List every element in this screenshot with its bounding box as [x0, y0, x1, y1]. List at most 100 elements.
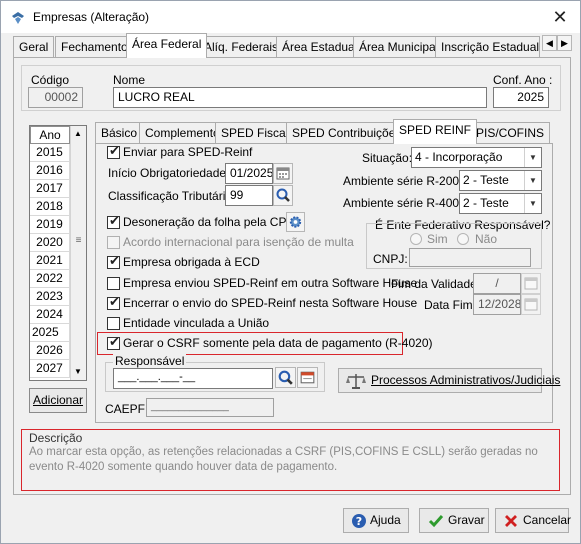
amb-r4000-value: 2 - Teste	[463, 196, 509, 210]
sim-label: Sim	[427, 232, 448, 246]
help-icon: ?	[352, 514, 366, 528]
gerar-csrf-label: Gerar o CSRF somente pela data de pagame…	[123, 336, 433, 350]
list-item[interactable]: 2020	[30, 234, 70, 252]
app-icon	[12, 12, 24, 24]
search-icon[interactable]	[275, 367, 296, 388]
list-item[interactable]: 2021	[30, 252, 70, 270]
title-bar: Empresas (Alteração) ✕	[1, 1, 580, 33]
list-item[interactable]: 2017	[30, 180, 70, 198]
adicionar-button[interactable]: Adicionar	[29, 388, 87, 413]
form-icon[interactable]	[297, 367, 318, 388]
window-title: Empresas (Alteração)	[33, 10, 150, 24]
acordo-checkbox	[107, 236, 120, 249]
classificacao-label: Classificação Tributária:	[108, 189, 236, 203]
tab-aliq-federais[interactable]: Alíq. Federais	[198, 36, 285, 58]
tab-area-municipal[interactable]: Área Municipal	[353, 36, 445, 58]
nome-field[interactable]: LUCRO REAL	[113, 87, 487, 108]
scales-icon	[346, 374, 366, 389]
situacao-select[interactable]: 4 - Incorporação ▼	[411, 147, 542, 168]
gravar-label: Gravar	[448, 513, 485, 527]
svg-text:?: ?	[356, 515, 362, 528]
amb-r2000-label: Ambiente série R-2000:	[343, 174, 470, 188]
list-item[interactable]: 2018	[30, 198, 70, 216]
entidade-uniao-checkbox[interactable]	[107, 317, 120, 330]
close-icon[interactable]: ✕	[549, 6, 571, 28]
enviar-checkbox[interactable]: ✔	[107, 144, 120, 159]
tab-complemento[interactable]: Complemento	[139, 122, 226, 144]
caepf-label: CAEPF:	[105, 402, 149, 416]
nome-label: Nome	[113, 73, 146, 87]
nao-radio	[457, 233, 469, 245]
tab-sped-contribuicoes[interactable]: SPED Contribuições	[286, 122, 408, 144]
tab-fechamento[interactable]: Fechamento	[55, 36, 134, 58]
inicio-label: Início Obrigatoriedade:	[108, 166, 230, 180]
amb-r4000-select[interactable]: 2 - Teste ▼	[459, 193, 542, 214]
tab-scroll-left-icon[interactable]: ◀	[542, 35, 557, 51]
chevron-down-icon[interactable]: ▼	[524, 194, 541, 213]
conf-ano-label: Conf. Ano :	[493, 73, 553, 87]
cancelar-button[interactable]: Cancelar	[495, 508, 572, 533]
conf-ano-field[interactable]: 2025	[493, 87, 549, 108]
amb-r2000-select[interactable]: 2 - Teste ▼	[459, 170, 542, 191]
cancelar-label: Cancelar	[523, 513, 572, 527]
cancel-x-icon	[505, 515, 517, 527]
ecd-label: Empresa obrigada à ECD	[123, 255, 260, 269]
codigo-label: Código	[31, 73, 70, 87]
list-item[interactable]: 2024	[30, 306, 70, 324]
list-item[interactable]: 2027	[30, 360, 70, 378]
fim-validade-label: Fim da Validade:	[391, 277, 481, 291]
scroll-up-icon[interactable]: ▲	[74, 129, 82, 138]
sim-radio	[410, 233, 422, 245]
data-fim-field: 12/2028	[473, 294, 521, 315]
gerar-csrf-checkbox[interactable]: ✔	[107, 335, 120, 350]
list-item[interactable]: 2023	[30, 288, 70, 306]
gear-icon[interactable]	[286, 212, 305, 232]
chevron-down-icon[interactable]: ▼	[524, 148, 541, 167]
tab-sped-reinf[interactable]: SPED REINF	[393, 119, 478, 144]
search-icon[interactable]	[273, 185, 293, 206]
acordo-label: Acordo internacional para isenção de mul…	[123, 235, 354, 249]
list-item[interactable]: 2016	[30, 162, 70, 180]
list-item[interactable]: 2019	[30, 216, 70, 234]
tab-area-federal[interactable]: Área Federal	[126, 33, 208, 58]
gravar-button[interactable]: Gravar	[419, 508, 489, 533]
inicio-field[interactable]: 01/2025	[225, 163, 273, 184]
nao-label: Não	[475, 232, 498, 246]
scroll-thumb[interactable]: ≡	[73, 236, 84, 266]
scroll-down-icon[interactable]: ▼	[74, 367, 82, 376]
data-fim-label: Data Fim:	[424, 298, 477, 312]
calendar-icon	[521, 273, 541, 294]
list-item-selected[interactable]: 2025	[30, 324, 70, 342]
tab-geral[interactable]: Geral	[13, 36, 55, 58]
tab-scroll-right-icon[interactable]: ▶	[557, 35, 572, 51]
year-list-scrollbar[interactable]: ▲ ≡ ▼	[70, 126, 86, 380]
responsavel-field[interactable]: ___.___.___-__	[113, 368, 273, 389]
desoneracao-checkbox[interactable]: ✔	[107, 214, 120, 229]
tab-basico[interactable]: Básico	[95, 122, 144, 144]
list-item[interactable]: 2026	[30, 342, 70, 360]
fim-validade-field: /	[473, 273, 521, 294]
outra-sh-checkbox[interactable]	[107, 277, 120, 290]
classificacao-field[interactable]: 99	[225, 185, 273, 206]
list-item[interactable]: 2015	[30, 144, 70, 162]
cnpj-label: CNPJ:	[373, 252, 408, 266]
adicionar-label: Adicionar	[32, 393, 84, 407]
chevron-down-icon[interactable]: ▼	[524, 171, 541, 190]
ecd-checkbox[interactable]: ✔	[107, 254, 120, 269]
tab-inscricao-estadual[interactable]: Inscrição Estadual S	[435, 36, 540, 58]
calendar-icon[interactable]	[273, 163, 293, 184]
amb-r2000-value: 2 - Teste	[463, 173, 509, 187]
ajuda-button[interactable]: ? Ajuda	[343, 508, 409, 533]
tab-sped-fiscal[interactable]: SPED Fiscal	[215, 122, 295, 144]
codigo-field: 00002	[28, 87, 83, 108]
list-item[interactable]: 2022	[30, 270, 70, 288]
year-list-header[interactable]: Ano	[30, 126, 70, 144]
tab-pis-cofins[interactable]: PIS/COFINS	[470, 122, 551, 144]
tab-area-estadual[interactable]: Área Estadual	[276, 36, 364, 58]
responsavel-label: Responsável	[113, 354, 187, 368]
outra-sh-label: Empresa enviou SPED-Reinf em outra Softw…	[123, 276, 418, 290]
processos-button[interactable]: Processos Administrativos/Judiciais	[338, 368, 560, 393]
descricao-title: Descrição	[29, 431, 83, 445]
year-list[interactable]: Ano 2015 2016 2017 2018 2019 2020 2021 2…	[29, 125, 87, 381]
encerrar-checkbox[interactable]: ✔	[107, 295, 120, 310]
